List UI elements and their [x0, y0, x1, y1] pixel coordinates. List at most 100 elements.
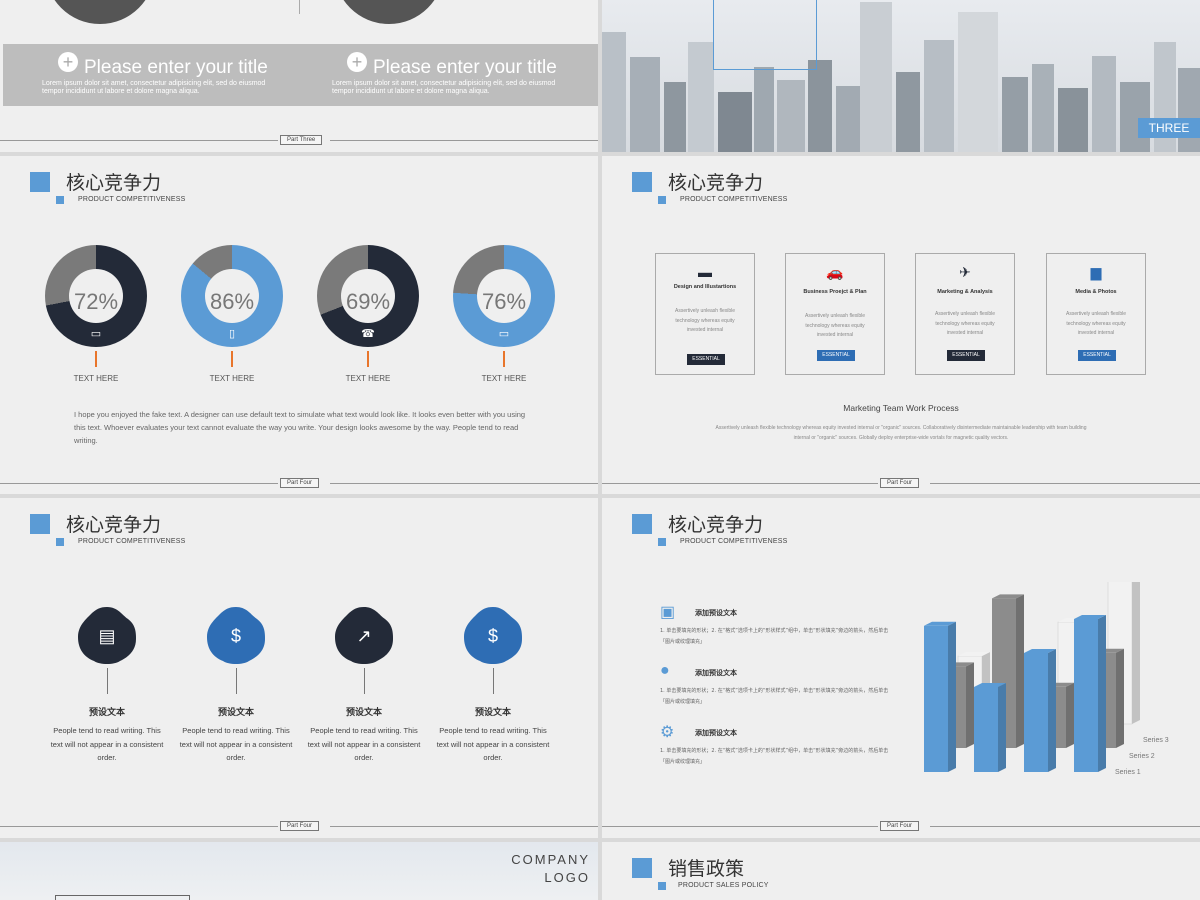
- donut-chart: 72% ▭: [45, 245, 147, 347]
- essential-button[interactable]: ESSENTIAL: [1078, 350, 1116, 361]
- feature-blob: $: [462, 605, 524, 667]
- donut-stem: [231, 351, 233, 367]
- growth-chart-icon: ↗: [356, 626, 372, 646]
- slide-subtitle: PRODUCT SALES POLICY: [678, 882, 769, 889]
- airplane-icon: ✈: [959, 264, 971, 280]
- phone-icon: ▯: [228, 328, 236, 340]
- service-card[interactable]: ▬ Design and Illustartions Assertively u…: [655, 253, 755, 375]
- dark-circle-left: [45, 0, 155, 24]
- bar-chart-3d: Series 1 Series 2 Series 3: [924, 582, 1169, 776]
- donut-percent: 76%: [481, 289, 527, 314]
- band-title-right: Please enter your title: [373, 57, 557, 78]
- slide-subtitle: PRODUCT COMPETITIVENESS: [680, 196, 788, 203]
- blob-stem: [364, 668, 365, 694]
- essential-button[interactable]: ESSENTIAL: [947, 350, 985, 361]
- footer-line: [930, 826, 1200, 827]
- service-card[interactable]: ✈ Marketing & Analysis Assertively unlea…: [915, 253, 1015, 375]
- header-dot: [658, 196, 666, 204]
- card-title: Media & Photos: [1075, 289, 1117, 295]
- series-label-2: Series 2: [1129, 753, 1155, 760]
- service-card[interactable]: 🚗 Business Proejct & Plan Assertively un…: [785, 253, 885, 375]
- donut-stem: [367, 351, 369, 367]
- header-square: [30, 514, 50, 534]
- blob-stem: [107, 668, 108, 694]
- donut-percent: 72%: [73, 289, 119, 314]
- slide-title: 核心竞争力: [66, 172, 162, 194]
- series-label-3: Series 3: [1143, 737, 1169, 744]
- slide-title: 核心竞争力: [66, 514, 162, 536]
- feature-text: People tend to read writing. This text w…: [307, 726, 421, 762]
- slide-title: 核心竞争力: [668, 514, 764, 536]
- blob-stem: [236, 668, 237, 694]
- footer-line: [602, 483, 878, 484]
- bar-1-3: [1024, 653, 1048, 772]
- section-badge: THREE: [1138, 118, 1200, 138]
- bar-side-3-4: [1132, 582, 1140, 724]
- footer-line: [602, 826, 878, 827]
- dark-circle-right: [334, 0, 444, 24]
- card-title: Marketing & Analysis: [937, 289, 993, 295]
- process-text: Assertively unleash flexible technology …: [715, 425, 1087, 441]
- photo-frame: [713, 0, 817, 70]
- connector-dot: [299, 0, 300, 14]
- footer-line: [330, 483, 598, 484]
- item-title: 添加预设文本: [695, 609, 737, 617]
- service-card[interactable]: ▆ Media & Photos Assertively unleash fle…: [1046, 253, 1146, 375]
- feature-text: People tend to read writing. This text w…: [50, 726, 164, 762]
- briefcase-icon: ▣: [660, 604, 676, 621]
- bar-side-1-3: [1048, 649, 1056, 772]
- dollar-person-icon: $: [487, 626, 498, 646]
- header-dot: [658, 882, 666, 890]
- header-dot: [658, 538, 666, 546]
- bar-side-1-4: [1098, 615, 1106, 772]
- footer-line: [330, 140, 598, 141]
- slide-part-three-titles: + Please enter your title Lorem ipsum do…: [0, 0, 598, 152]
- bar-side-1-1: [948, 621, 956, 772]
- slide-sales-policy: 销售政策 PRODUCT SALES POLICY: [602, 842, 1200, 900]
- ship-icon: ▬: [698, 264, 712, 280]
- bar-side-2-1: [966, 662, 974, 748]
- band-text-left: Lorem ipsum dolor sit amet, consectetur …: [42, 80, 266, 95]
- footer-tag: Part Four: [280, 821, 320, 831]
- footer-tag: Part Three: [280, 135, 323, 145]
- essential-button[interactable]: ESSENTIAL: [687, 354, 725, 365]
- company-logo-line2: LOGO: [544, 870, 590, 885]
- bar-1-4: [1074, 619, 1098, 772]
- card-title: Business Proejct & Plan: [803, 289, 867, 295]
- item-text: 1. 单击要填充的形状；2. 在“格式”选项卡上的“形状样式”组中，单击“形状填…: [660, 748, 889, 765]
- slide-subtitle: PRODUCT COMPETITIVENESS: [78, 196, 186, 203]
- donut-chart: 86% ▯: [181, 245, 283, 347]
- bar-side-2-2: [1016, 594, 1024, 748]
- feature-blob: $: [205, 605, 267, 667]
- slide-feature-icons: 核心竞争力 PRODUCT COMPETITIVENESS ▤ 预设文本 Peopl…: [0, 498, 598, 838]
- plus-icon[interactable]: +: [58, 52, 78, 72]
- band-title-left: Please enter your title: [84, 57, 268, 78]
- money-stack-icon: ▤: [98, 626, 116, 646]
- card-title: Design and Illustartions: [673, 284, 737, 290]
- donut-percent: 69%: [345, 289, 391, 314]
- series-label-1: Series 1: [1115, 769, 1141, 776]
- bar-side-1-2: [998, 683, 1006, 772]
- donut-chart: 76% ▭: [453, 245, 555, 347]
- city-photo: [602, 0, 1200, 152]
- donut-label: TEXT HERE: [481, 374, 527, 383]
- car-icon: 🚗: [826, 264, 844, 280]
- card-text: Assertively unleash flexible technology …: [804, 313, 866, 338]
- donut-percent: 86%: [209, 289, 255, 314]
- slide-city-photo: THREE: [602, 0, 1200, 152]
- monitor-icon: ▭: [90, 328, 102, 340]
- feature-text: People tend to read writing. This text w…: [179, 726, 293, 762]
- feature-blob: ↗: [333, 605, 395, 667]
- footer-line: [930, 483, 1200, 484]
- essential-button[interactable]: ESSENTIAL: [817, 350, 855, 361]
- item-title: 添加预设文本: [695, 729, 737, 737]
- donut-stem: [95, 351, 97, 367]
- slide-subtitle: PRODUCT COMPETITIVENESS: [78, 538, 186, 545]
- money-bag-icon: $: [230, 626, 241, 646]
- donut-label: TEXT HERE: [73, 374, 119, 383]
- item-text: 1. 单击要填充的形状；2. 在“格式”选项卡上的“形状样式”组中，单击“形状填…: [660, 688, 889, 705]
- plus-icon[interactable]: +: [347, 52, 367, 72]
- header-square: [30, 172, 50, 192]
- feature-title: 预设文本: [217, 708, 254, 718]
- laptop-icon: ▭: [498, 328, 510, 340]
